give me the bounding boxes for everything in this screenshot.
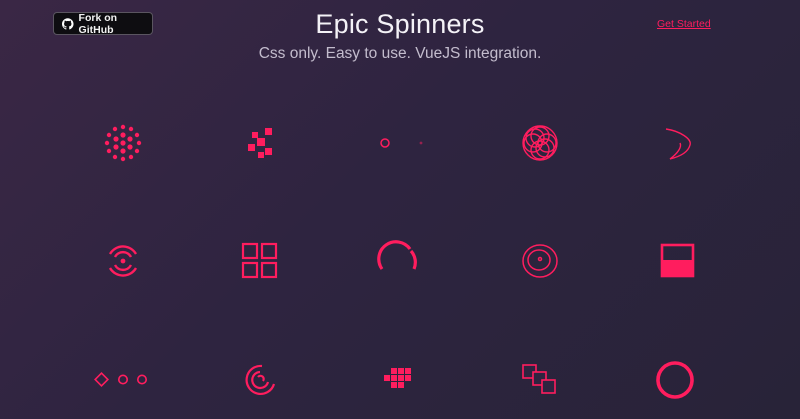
pixel-cross-spinner-icon <box>248 128 272 158</box>
stacked-squares-spinner-card[interactable] <box>495 345 585 415</box>
pixel-cross-spinner-card[interactable] <box>215 108 305 178</box>
filling-square-spinner-card[interactable] <box>633 226 723 296</box>
orbit-dot-spinner-icon <box>380 138 423 148</box>
signal-rings-spinner-card[interactable] <box>78 226 168 296</box>
ring-spinner-card[interactable] <box>630 345 720 415</box>
trinity-rings-spinner-icon <box>522 244 558 278</box>
stacked-squares-spinner-icon <box>522 364 556 394</box>
spring-arcs-spinner-icon <box>245 364 276 396</box>
trinity-rings-spinner-card[interactable] <box>495 226 585 296</box>
swapping-curves-spinner-card[interactable] <box>633 108 723 178</box>
swapping-curves-spinner-icon <box>665 128 691 160</box>
spinner-grid <box>0 0 800 419</box>
semipolar-circles-spinner-card[interactable] <box>495 108 585 178</box>
signal-rings-spinner-icon <box>108 245 138 277</box>
semipolar-circles-spinner-icon <box>522 125 558 161</box>
half-circle-spinner-card[interactable] <box>353 226 443 296</box>
orbit-dot-spinner-card[interactable] <box>355 108 445 178</box>
dots-spinner-card[interactable] <box>78 345 168 415</box>
spring-arcs-spinner-card[interactable] <box>215 345 305 415</box>
pixel-blocks-spinner-icon <box>384 368 411 388</box>
ring-spinner-icon <box>656 361 694 399</box>
filling-square-spinner-icon <box>660 243 695 278</box>
four-squares-spinner-icon <box>241 242 278 279</box>
four-squares-spinner-card[interactable] <box>215 226 305 296</box>
fingerprint-dots-spinner-icon <box>104 124 142 162</box>
pixel-blocks-spinner-card[interactable] <box>353 345 443 415</box>
dots-spinner-icon <box>94 372 147 387</box>
half-circle-spinner-icon <box>377 240 417 270</box>
fingerprint-dots-spinner-card[interactable] <box>78 108 168 178</box>
